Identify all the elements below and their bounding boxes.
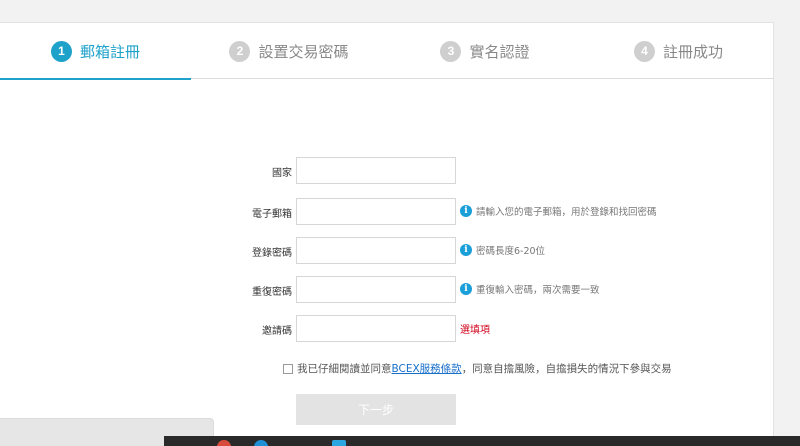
confirm-password-hint: i 重復輸入密碼，兩次需要一致 — [460, 282, 600, 296]
step-register-success: 4 註冊成功 — [583, 23, 774, 79]
terms-suffix: ，同意自擔風險，自擔損失的情況下參與交易 — [461, 363, 672, 375]
confirm-password-hint-text: 重復輸入密碼，兩次需要一致 — [476, 285, 600, 296]
terms-checkbox[interactable] — [283, 363, 293, 374]
step-label: 註冊成功 — [662, 42, 723, 61]
invite-code-hint: 選填項 — [460, 321, 490, 336]
email-input[interactable] — [296, 198, 456, 225]
invite-code-label: 邀請碼 — [262, 326, 292, 337]
password-label: 登錄密碼 — [252, 248, 292, 259]
email-hint-text: 請輸入您的電子郵箱，用於登錄和找回密碼 — [476, 207, 657, 218]
invite-code-input[interactable] — [296, 315, 456, 342]
terms-link[interactable]: BCEX服務條款 — [392, 361, 462, 376]
terms-prefix: 我已仔細閱讀並同意 — [297, 363, 392, 375]
email-hint: i 請輸入您的電子郵箱，用於登錄和找回密碼 — [460, 204, 657, 218]
step-number: 4 — [633, 40, 655, 62]
step-number: 3 — [440, 40, 462, 62]
confirm-password-row: 重復密碼 i 重復輸入密碼，兩次需要一致 — [0, 276, 774, 304]
step-label: 實名認證 — [469, 42, 530, 61]
info-icon: i — [460, 205, 472, 217]
step-number: 1 — [50, 40, 72, 62]
password-input[interactable] — [296, 237, 456, 264]
country-row: 國家 — [0, 157, 774, 185]
password-hint-text: 密碼長度6-20位 — [476, 246, 546, 257]
info-icon: i — [460, 283, 472, 295]
step-email-register: 1 郵箱註冊 — [0, 23, 191, 80]
confirm-password-label: 重復密碼 — [252, 287, 292, 298]
step-real-name-verification: 3 實名認證 — [387, 23, 583, 79]
password-row: 登錄密碼 i 密碼長度6-20位 — [0, 237, 774, 265]
invite-code-row: 邀請碼 選填項 — [0, 315, 774, 343]
country-input[interactable] — [296, 157, 456, 184]
email-label: 電子郵箱 — [252, 209, 292, 220]
optional-tag: 選填項 — [460, 325, 490, 336]
confirm-password-input[interactable] — [296, 276, 456, 303]
next-step-button[interactable]: 下一步 — [296, 394, 456, 425]
step-label: 郵箱註冊 — [79, 42, 140, 61]
app-icon[interactable] — [332, 440, 346, 446]
country-label: 國家 — [272, 168, 292, 179]
step-label: 設置交易密碼 — [258, 42, 349, 61]
terms-agreement[interactable]: 我已仔細閱讀並同意 BCEX服務條款 ，同意自擔風險，自擔損失的情況下參與交易 — [283, 361, 672, 376]
registration-panel: 1 郵箱註冊 2 設置交易密碼 3 實名認證 4 註冊成功 國家 電子郵箱 i … — [0, 22, 774, 446]
step-indicator: 1 郵箱註冊 2 設置交易密碼 3 實名認證 4 註冊成功 — [0, 23, 774, 80]
password-hint: i 密碼長度6-20位 — [460, 243, 545, 257]
info-icon: i — [460, 244, 472, 256]
email-row: 電子郵箱 i 請輸入您的電子郵箱，用於登錄和找回密碼 — [0, 198, 774, 226]
step-set-trade-password: 2 設置交易密碼 — [191, 23, 387, 79]
step-number: 2 — [229, 40, 251, 62]
